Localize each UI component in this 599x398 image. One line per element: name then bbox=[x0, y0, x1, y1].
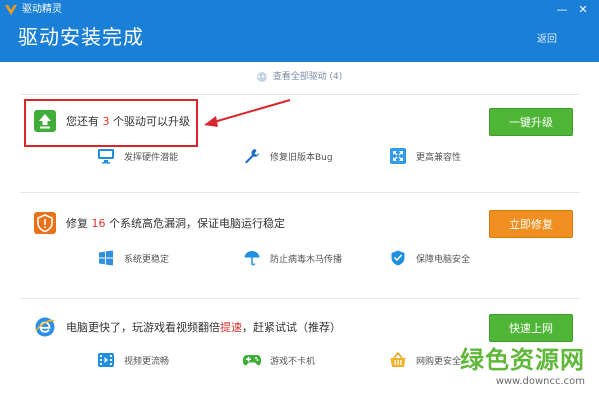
speed-up-highlight: 提速 bbox=[220, 321, 242, 334]
feature-item: 修复旧版本Bug bbox=[242, 145, 333, 167]
feature-label: 保障电脑安全 bbox=[416, 254, 471, 265]
feature-item: 防止病毒木马传播 bbox=[242, 247, 342, 269]
expand-icon bbox=[388, 146, 408, 166]
highlight-box bbox=[24, 99, 198, 147]
feature-label: 系统更稳定 bbox=[124, 254, 170, 265]
feature-label: 更高兼容性 bbox=[416, 152, 462, 163]
fast-internet-button[interactable]: 快速上网 bbox=[489, 314, 573, 342]
watermark-title: 绿色资源网 bbox=[460, 346, 585, 374]
close-button[interactable]: ✕ bbox=[576, 3, 590, 17]
speed-up-text-suffix: ，赶紧试试（推荐） bbox=[242, 321, 341, 334]
speed-up-message: 电脑更快了，玩游戏看视频翻倍提速，赶紧试试（推荐） bbox=[66, 321, 341, 335]
feature-label: 发挥硬件潜能 bbox=[124, 152, 179, 163]
feature-item: 更高兼容性 bbox=[388, 145, 461, 167]
more-icon: ••• bbox=[256, 71, 270, 82]
feature-item: 保障电脑安全 bbox=[388, 247, 470, 269]
browser-e-icon bbox=[34, 316, 56, 338]
vulnerability-message: 修复 16 个系统高危漏洞，保证电脑运行稳定 bbox=[66, 217, 285, 231]
fix-now-button[interactable]: 立即修复 bbox=[489, 210, 573, 238]
monitor-icon bbox=[96, 146, 116, 166]
view-all-label: 查看全部驱动 (4) bbox=[272, 72, 343, 82]
feature-item: 游戏不卡机 bbox=[242, 349, 315, 371]
feature-item: 网购更安全 bbox=[388, 349, 461, 371]
feature-item: 系统更稳定 bbox=[96, 247, 169, 269]
vulnerability-text-suffix: 个系统高危漏洞，保证电脑运行稳定 bbox=[105, 217, 285, 230]
vulnerability-count: 16 bbox=[91, 217, 106, 230]
shield-check-icon bbox=[388, 248, 408, 268]
feature-label: 修复旧版本Bug bbox=[270, 152, 333, 163]
vulnerability-text-prefix: 修复 bbox=[66, 217, 92, 230]
back-link[interactable]: 返回 bbox=[537, 34, 557, 46]
feature-item: 发挥硬件潜能 bbox=[96, 145, 178, 167]
video-icon bbox=[96, 350, 116, 370]
app-logo-icon bbox=[5, 5, 17, 15]
feature-item: 视频更流畅 bbox=[96, 349, 169, 371]
feature-label: 网购更安全 bbox=[416, 356, 462, 367]
shopping-basket-icon bbox=[388, 350, 408, 370]
gamepad-icon bbox=[242, 350, 262, 370]
one-click-upgrade-button[interactable]: 一键升级 bbox=[489, 108, 573, 136]
feature-label: 防止病毒木马传播 bbox=[270, 254, 343, 265]
windows-icon bbox=[96, 248, 116, 268]
speed-up-text-prefix: 电脑更快了，玩游戏看视频翻倍 bbox=[66, 321, 220, 334]
umbrella-icon bbox=[242, 248, 262, 268]
vulnerability-fix-section: 修复 16 个系统高危漏洞，保证电脑运行稳定 立即修复 系统更稳定 防止病毒木马… bbox=[20, 192, 580, 298]
page-title: 驱动安装完成 bbox=[18, 25, 144, 49]
app-name: 驱动精灵 bbox=[22, 4, 62, 15]
watermark: 绿色资源网 www.downcc.com bbox=[457, 346, 585, 388]
feature-label: 视频更流畅 bbox=[124, 356, 170, 367]
minimize-button[interactable]: — bbox=[555, 3, 569, 17]
title-bar: 驱动精灵 — ✕ 驱动安装完成 返回 bbox=[0, 0, 599, 62]
feature-label: 游戏不卡机 bbox=[270, 356, 316, 367]
wrench-icon bbox=[242, 146, 262, 166]
view-all-drivers-link[interactable]: ••• 查看全部驱动 (4) bbox=[0, 70, 599, 84]
shield-warning-icon bbox=[34, 212, 56, 234]
watermark-url: www.downcc.com bbox=[495, 376, 585, 387]
